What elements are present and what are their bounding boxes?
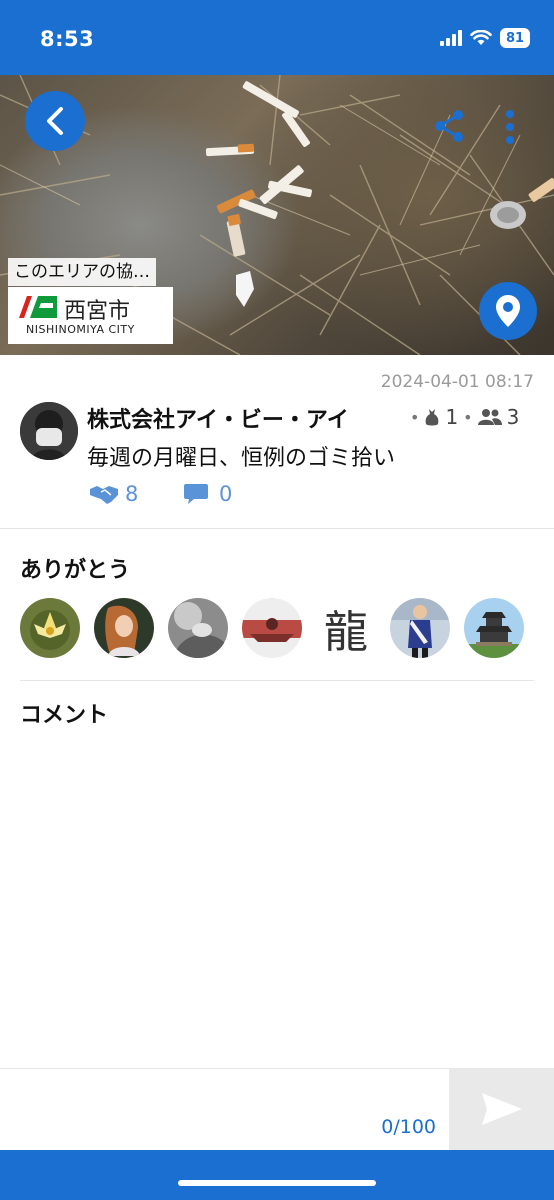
organization-name[interactable]: 株式会社アイ・ビー・アイ [87, 402, 407, 434]
divider [0, 528, 554, 529]
nishinomiya-logo-icon [19, 296, 57, 318]
kanji-character: 龍 [324, 607, 368, 658]
share-icon [435, 110, 463, 142]
chevron-left-icon [47, 107, 63, 135]
post-meta: • 1 • 3 [410, 405, 519, 429]
castle-avatar[interactable] [464, 598, 524, 658]
city-name-japanese: 西宮市 [64, 299, 131, 324]
member-count: 3 [506, 405, 520, 429]
painting-girl-icon [94, 598, 154, 658]
comment-input-field[interactable]: 0/100 [0, 1068, 449, 1150]
castle-icon [464, 598, 524, 658]
send-icon [481, 1093, 522, 1125]
person-sash-avatar[interactable] [390, 598, 450, 658]
grayscale-photo-avatar[interactable] [168, 598, 228, 658]
battery-indicator: 81 [500, 28, 530, 48]
more-vertical-icon [506, 110, 514, 144]
lotus-flower-avatar[interactable] [20, 598, 80, 658]
city-name-english: NISHINOMIYA CITY [26, 323, 135, 336]
send-comment-button[interactable] [449, 1068, 554, 1150]
painting-girl-avatar[interactable] [94, 598, 154, 658]
masked-person-avatar-icon [20, 402, 78, 460]
thanks-button[interactable]: 8 [89, 482, 138, 506]
separator-dot: • [410, 407, 420, 427]
grayscale-photo-icon [168, 598, 228, 658]
back-button[interactable] [25, 91, 85, 151]
signal-icon [440, 30, 462, 46]
wifi-icon [470, 30, 492, 45]
person-sash-icon [390, 598, 450, 658]
garbage-bag-icon [426, 409, 439, 426]
cooperation-area-label[interactable]: このエリアの協… [8, 258, 156, 286]
more-options-button[interactable] [500, 108, 520, 146]
separator-dot: • [463, 407, 473, 427]
comments-section-title: コメント [20, 703, 109, 728]
map-location-button[interactable] [479, 282, 537, 340]
status-icons: 81 [440, 28, 530, 48]
lotus-flower-icon [20, 598, 80, 658]
map-pin-icon [496, 295, 520, 327]
status-bar: 8:53 81 [0, 0, 554, 75]
comment-count: 0 [219, 482, 233, 506]
thanks-section-title: ありがとう [20, 558, 131, 583]
bag-count: 1 [445, 405, 459, 429]
thanks-avatar-list: 龍 [20, 598, 524, 658]
character-counter: 0/100 [381, 1116, 436, 1138]
thanks-count: 8 [125, 482, 139, 506]
home-indicator[interactable] [178, 1180, 376, 1186]
kanji-calligraphy-avatar[interactable]: 龍 [316, 598, 376, 658]
comment-bubble-icon [184, 484, 208, 504]
divider [20, 680, 534, 681]
bottom-bar [0, 1150, 554, 1200]
organization-avatar[interactable] [20, 402, 78, 460]
sunset-pose-avatar[interactable] [242, 598, 302, 658]
post-timestamp: 2024-04-01 08:17 [380, 372, 534, 392]
share-button[interactable] [432, 108, 468, 144]
sunset-pose-icon [242, 598, 302, 658]
handshake-icon [90, 486, 118, 504]
group-icon [477, 409, 502, 425]
status-time: 8:53 [40, 27, 95, 51]
post-body-text: 毎週の月曜日、恒例のゴミ拾い [87, 446, 396, 471]
city-sponsor-badge[interactable]: 西宮市 NISHINOMIYA CITY [8, 287, 173, 344]
comment-button[interactable]: 0 [183, 482, 232, 506]
